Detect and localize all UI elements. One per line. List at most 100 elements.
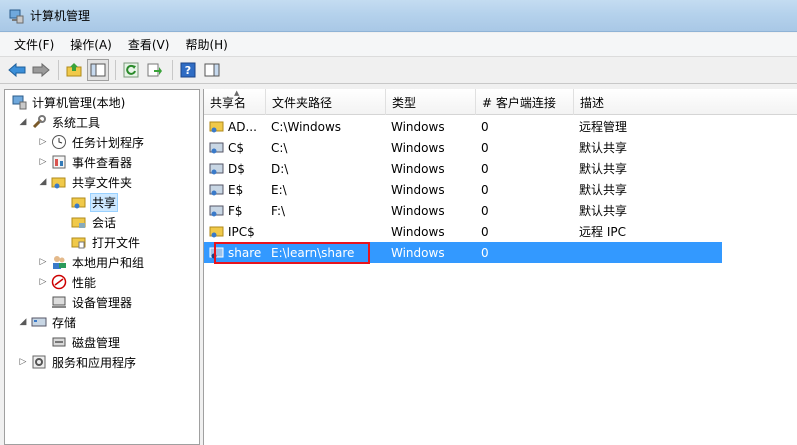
show-hide-tree-icon — [90, 63, 106, 77]
column-header-folder-path[interactable]: 文件夹路径 — [266, 89, 386, 115]
share-icon — [209, 142, 224, 153]
column-header-type[interactable]: 类型 — [386, 89, 476, 115]
tree-item-sessions[interactable]: 会话 — [57, 212, 118, 232]
share-icon — [209, 163, 224, 174]
title-bar: 计算机管理 — [0, 0, 797, 32]
services-icon — [32, 355, 46, 369]
share-description: 远程管理 — [579, 120, 628, 134]
tree-item-performance[interactable]: ▷ 性能 — [37, 272, 98, 292]
menu-file[interactable]: 文件(F) — [6, 34, 62, 55]
share-description: 远程 IPC — [579, 225, 626, 239]
share-description: 默认共享 — [579, 183, 628, 197]
share-name: share — [228, 245, 262, 260]
up-one-level-button[interactable] — [63, 59, 85, 81]
computer-management-icon — [9, 9, 24, 23]
menu-help[interactable]: 帮助(H) — [177, 34, 235, 55]
table-row[interactable]: IPC$ Windows 0 远程 IPC — [204, 221, 724, 242]
column-header-description[interactable]: 描述 — [574, 89, 797, 115]
svg-text:?: ? — [185, 64, 191, 77]
show-hide-action-pane-button[interactable] — [201, 59, 223, 81]
tree-item-label: 本地用户和组 — [72, 255, 145, 270]
table-row[interactable]: F$ F:\ Windows 0 默认共享 — [204, 200, 724, 221]
tools-icon — [32, 115, 46, 129]
toolbar-separator — [172, 60, 173, 80]
share-icon — [209, 205, 224, 216]
tree-item-shares[interactable]: 共享 — [57, 192, 119, 212]
share-description: 默认共享 — [579, 141, 628, 155]
tree-item-storage[interactable]: ◢ 存储 — [17, 312, 78, 332]
menu-action[interactable]: 操作(A) — [62, 34, 120, 55]
share-name: IPC$ — [228, 224, 255, 239]
collapse-arrow-icon[interactable]: ◢ — [17, 117, 29, 127]
tree-item-open-files[interactable]: 打开文件 — [57, 232, 142, 252]
tree-item-event-viewer[interactable]: ▷ 事件查看器 — [37, 152, 134, 172]
folder-path: E:\learn\share — [271, 245, 355, 260]
share-name: C$ — [228, 140, 245, 155]
table-row[interactable]: C$ C:\ Windows 0 默认共享 — [204, 137, 724, 158]
tree-item-label: 事件查看器 — [72, 155, 133, 170]
share-type: Windows — [391, 224, 445, 239]
console-tree: 计算机管理(本地) ◢ 系统工具 ▷ 任务计划程序 ▷ 事件查看器 ◢ 共享文件… — [4, 89, 200, 445]
client-connections: 0 — [481, 245, 489, 260]
tree-item-computer-management[interactable]: 计算机管理(本地) — [11, 92, 127, 112]
tree-item-label: 共享文件夹 — [72, 175, 133, 190]
tree-item-services-applications[interactable]: ▷ 服务和应用程序 — [17, 352, 138, 372]
expand-arrow-icon[interactable]: ▷ — [37, 137, 49, 147]
column-header-share-name[interactable]: ▲ 共享名 — [204, 89, 266, 115]
share-icon — [209, 121, 224, 132]
client-connections: 0 — [481, 140, 489, 155]
forward-button[interactable] — [30, 59, 52, 81]
clock-icon — [52, 135, 66, 149]
users-icon — [53, 256, 66, 269]
expand-arrow-icon[interactable]: ▷ — [37, 157, 49, 167]
share-name: E$ — [228, 182, 244, 197]
computer-management-icon — [12, 95, 27, 110]
tree-item-device-manager[interactable]: 设备管理器 — [37, 292, 134, 312]
column-header-client-connections[interactable]: # 客户端连接 — [476, 89, 574, 115]
tree-item-shared-folders[interactable]: ◢ 共享文件夹 — [37, 172, 134, 192]
shared-folder-icon — [71, 197, 86, 209]
tree-item-local-users-groups[interactable]: ▷ 本地用户和组 — [37, 252, 146, 272]
tree-item-label: 服务和应用程序 — [52, 355, 137, 370]
tree-item-label: 打开文件 — [92, 235, 141, 250]
open-files-folder-icon — [71, 237, 86, 249]
toolbar-separator — [58, 60, 59, 80]
tree-item-disk-management[interactable]: 磁盘管理 — [37, 332, 122, 352]
table-row[interactable]: AD... C:\Windows Windows 0 远程管理 — [204, 116, 724, 137]
share-icon — [209, 226, 224, 237]
menu-bar: 文件(F) 操作(A) 查看(V) 帮助(H) — [0, 33, 797, 56]
share-type: Windows — [391, 245, 445, 260]
help-icon: ? — [180, 62, 196, 78]
export-list-button[interactable] — [144, 59, 166, 81]
back-button[interactable] — [6, 59, 28, 81]
sort-ascending-icon: ▲ — [234, 89, 240, 97]
tree-item-system-tools[interactable]: ◢ 系统工具 — [17, 112, 102, 132]
tree-item-task-scheduler[interactable]: ▷ 任务计划程序 — [37, 132, 146, 152]
refresh-icon — [123, 62, 139, 78]
collapse-arrow-icon[interactable]: ◢ — [17, 317, 29, 327]
folder-path: C:\ — [271, 140, 288, 155]
performance-icon — [51, 274, 67, 290]
properties-pane-icon — [204, 63, 220, 77]
expand-arrow-icon[interactable]: ▷ — [37, 257, 49, 267]
export-list-icon — [147, 63, 162, 77]
tree-item-label: 计算机管理(本地) — [32, 95, 126, 110]
help-button[interactable]: ? — [177, 59, 199, 81]
share-icon — [209, 184, 224, 195]
tree-item-label: 任务计划程序 — [72, 135, 145, 150]
tree-item-label: 系统工具 — [52, 115, 101, 130]
tree-item-label: 磁盘管理 — [72, 335, 121, 350]
share-description: 默认共享 — [579, 204, 628, 218]
expand-arrow-icon[interactable]: ▷ — [37, 277, 49, 287]
table-row[interactable]: E$ E:\ Windows 0 默认共享 — [204, 179, 724, 200]
refresh-button[interactable] — [120, 59, 142, 81]
table-row-selected[interactable]: share E:\learn\share Windows 0 — [204, 242, 722, 263]
collapse-arrow-icon[interactable]: ◢ — [37, 177, 49, 187]
menu-view[interactable]: 查看(V) — [120, 34, 178, 55]
show-hide-console-tree-button[interactable] — [87, 59, 109, 81]
share-description: 默认共享 — [579, 162, 628, 176]
tree-item-label: 设备管理器 — [72, 295, 133, 310]
expand-arrow-icon[interactable]: ▷ — [17, 357, 29, 367]
client-connections: 0 — [481, 182, 489, 197]
table-row[interactable]: D$ D:\ Windows 0 默认共享 — [204, 158, 724, 179]
